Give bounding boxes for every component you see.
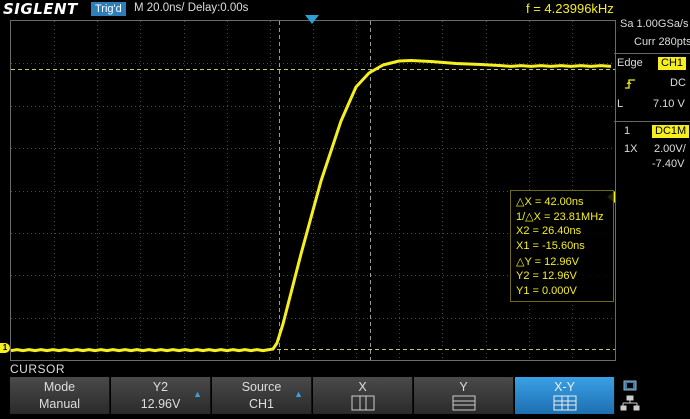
sample-rate: Sa 1.00GSa/s: [620, 18, 689, 30]
trigger-type: Edge: [617, 57, 643, 69]
adjust-knob-icon: ▲: [294, 389, 303, 399]
y-cursor-label: Y: [459, 380, 468, 394]
trigger-source-tag: CH1: [658, 57, 687, 70]
timebase-readout: M 20.0ns/ Delay:0.00s: [134, 2, 249, 14]
x1-value: X1 = -15.60ns: [516, 240, 585, 252]
trigger-info-box[interactable]: Edge CH1 DC L 7.10 V: [614, 53, 690, 120]
frequency-readout: f = 4.23996kHz: [526, 1, 614, 16]
x2-value: X2 = 26.40ns: [516, 225, 582, 237]
mode-value: Manual: [39, 397, 80, 411]
y1-value: Y1 = 0.000V: [516, 285, 577, 297]
ch1-probe: 1X: [624, 143, 638, 155]
cursor-readout-panel: △X = 42.00ns 1/△X = 23.81MHz X2 = 26.40n…: [510, 190, 614, 302]
y2-softkey[interactable]: Y2 12.96V ▲: [111, 377, 211, 414]
source-value: CH1: [248, 397, 274, 411]
adjust-knob-icon: ▲: [193, 389, 202, 399]
trigger-coupling: DC: [670, 77, 686, 89]
status-bar: SIGLENT Trig'd M 20.0ns/ Delay:0.00s f =…: [0, 0, 690, 18]
rising-edge-icon: [624, 78, 636, 93]
ch1-coupling-tag: DC1M: [652, 125, 690, 138]
system-status-icons: [618, 378, 690, 414]
ch1-number: 1: [624, 125, 631, 137]
softkey-bar: Mode Manual Y2 12.96V ▲ Source CH1 ▲ X Y…: [0, 377, 690, 414]
ch1-info-box[interactable]: 1 DC1M 1X 2.00V/ -7.40V: [614, 121, 690, 178]
network-icon: [620, 395, 640, 411]
ch1-scale: 2.00V/: [654, 143, 686, 155]
source-softkey[interactable]: Source CH1 ▲: [212, 377, 312, 414]
brand-logo: SIGLENT: [3, 0, 78, 18]
x-cursor-icon: [351, 395, 375, 416]
x-cursor-label: X: [358, 380, 367, 394]
mode-softkey[interactable]: Mode Manual: [10, 377, 110, 414]
y2-value: Y2 = 12.96V: [516, 270, 577, 282]
y-cursor-softkey[interactable]: Y: [414, 377, 514, 414]
usb-device-icon: [623, 380, 637, 391]
memory-depth: Curr 280pts: [634, 36, 690, 48]
trigger-state-badge: Trig'd: [91, 2, 126, 16]
right-info-panel: Sa 1.00GSa/s Curr 280pts Edge CH1 DC L 7…: [614, 17, 690, 377]
delta-x-value: △X = 42.00ns: [516, 196, 584, 208]
trigger-position-marker[interactable]: [305, 15, 319, 24]
y2-value: 12.96V: [140, 397, 181, 411]
x-cursor-softkey[interactable]: X: [313, 377, 413, 414]
ch1-ground-marker[interactable]: 1: [0, 343, 10, 353]
mode-label: Mode: [43, 380, 76, 394]
y-cursor-icon: [452, 395, 476, 416]
trigger-level-label: L: [617, 98, 624, 110]
xy-cursor-icon: [553, 395, 577, 416]
delta-y-value: △Y = 12.96V: [516, 256, 579, 268]
menu-title: CURSOR: [10, 362, 66, 376]
trigger-level-value: 7.10 V: [653, 98, 685, 110]
xy-cursor-label: X-Y: [554, 380, 575, 394]
ch1-offset: -7.40V: [652, 158, 685, 170]
inverse-delta-x-value: 1/△X = 23.81MHz: [516, 211, 604, 223]
xy-cursor-softkey[interactable]: X-Y: [515, 377, 615, 414]
